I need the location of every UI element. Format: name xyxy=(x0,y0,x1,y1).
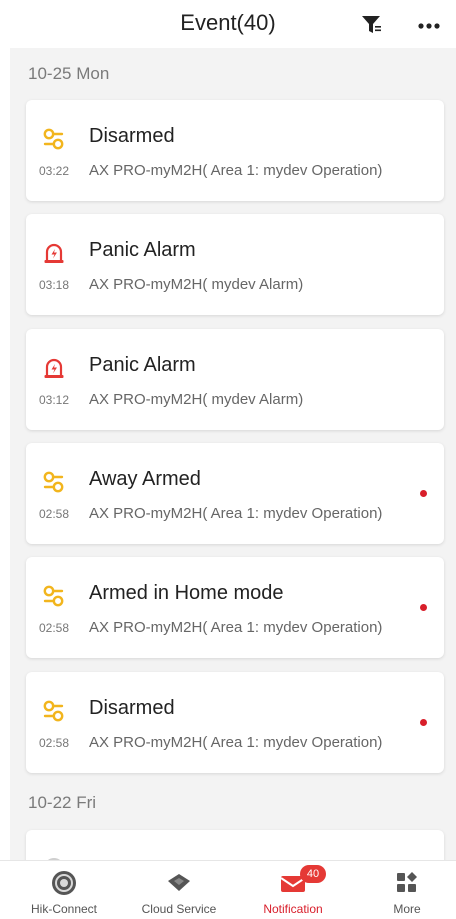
event-time: 02:58 xyxy=(39,736,70,750)
tab-label: More xyxy=(393,902,421,916)
more-options-icon[interactable] xyxy=(415,13,443,37)
event-title: Panic Alarm xyxy=(89,354,196,376)
event-card[interactable]: Disarmed 02:58 AX PRO-myM2H( Area 1: myd… xyxy=(26,672,444,773)
tab-more[interactable]: More xyxy=(352,861,456,919)
event-time: 02:58 xyxy=(39,507,70,521)
event-title: Away Armed xyxy=(89,468,201,490)
arm-status-icon xyxy=(43,471,64,493)
event-time: 03:18 xyxy=(39,278,70,292)
tab-cloud-service[interactable]: Cloud Service xyxy=(124,861,234,919)
tab-hik-connect[interactable]: Hik-Connect xyxy=(9,861,119,919)
event-title: Disarmed xyxy=(89,697,175,719)
event-description: AX PRO-myM2H( mydev Alarm) xyxy=(89,276,304,293)
event-time: 03:22 xyxy=(39,164,70,178)
unread-dot xyxy=(420,490,427,497)
arm-status-icon xyxy=(43,585,64,607)
event-description: AX PRO-myM2H( Area 1: mydev Operation) xyxy=(89,505,383,522)
event-time: 02:58 xyxy=(39,621,70,635)
tab-label: Notification xyxy=(263,902,323,916)
event-card[interactable]: Away Armed 02:58 AX PRO-myM2H( Area 1: m… xyxy=(26,443,444,544)
event-card[interactable]: Armed in Home mode 02:58 AX PRO-myM2H( A… xyxy=(26,557,444,658)
event-time: 03:12 xyxy=(39,393,70,407)
hik-connect-icon xyxy=(52,871,76,895)
event-card[interactable]: Disarmed 03:22 AX PRO-myM2H( Area 1: myd… xyxy=(26,100,444,201)
event-card[interactable]: Panic Alarm 03:18 AX PRO-myM2H( mydev Al… xyxy=(26,214,444,315)
page-title: Event(40) xyxy=(180,10,276,35)
event-description: AX PRO-myM2H( mydev Alarm) xyxy=(89,391,304,408)
event-card[interactable]: Panic Alarm 03:12 AX PRO-myM2H( mydev Al… xyxy=(26,329,444,430)
event-description: AX PRO-myM2H( Area 1: mydev Operation) xyxy=(89,619,383,636)
unread-dot xyxy=(420,604,427,611)
panic-alarm-icon xyxy=(44,358,64,378)
more-grid-icon xyxy=(397,872,417,892)
event-title: Armed in Home mode xyxy=(89,582,284,604)
event-description: AX PRO-myM2H( Area 1: mydev Operation) xyxy=(89,162,383,179)
cloud-service-icon xyxy=(168,874,190,891)
unread-dot xyxy=(420,719,427,726)
event-list[interactable]: 10-25 Mon Disarmed 03:22 AX PRO-myM2H( A… xyxy=(10,48,456,860)
arm-status-icon xyxy=(43,128,64,150)
date-header: 10-22 Fri xyxy=(28,793,97,812)
event-card-partial[interactable] xyxy=(26,830,444,860)
header: Event(40) xyxy=(0,0,456,48)
event-title: Disarmed xyxy=(89,125,175,147)
tab-label: Cloud Service xyxy=(141,902,217,916)
event-description: AX PRO-myM2H( Area 1: mydev Operation) xyxy=(89,734,383,751)
panic-alarm-icon xyxy=(44,243,64,263)
date-header: 10-25 Mon xyxy=(28,64,110,83)
arm-status-icon xyxy=(43,700,64,722)
tab-label: Hik-Connect xyxy=(30,902,98,916)
tab-notification[interactable]: 40 Notification xyxy=(238,861,348,919)
event-title: Panic Alarm xyxy=(89,239,196,261)
filter-icon[interactable] xyxy=(360,13,384,37)
notification-badge: 40 xyxy=(300,865,326,883)
bottom-tab-bar: Hik-Connect Cloud Service 40 Notificatio… xyxy=(0,860,456,919)
